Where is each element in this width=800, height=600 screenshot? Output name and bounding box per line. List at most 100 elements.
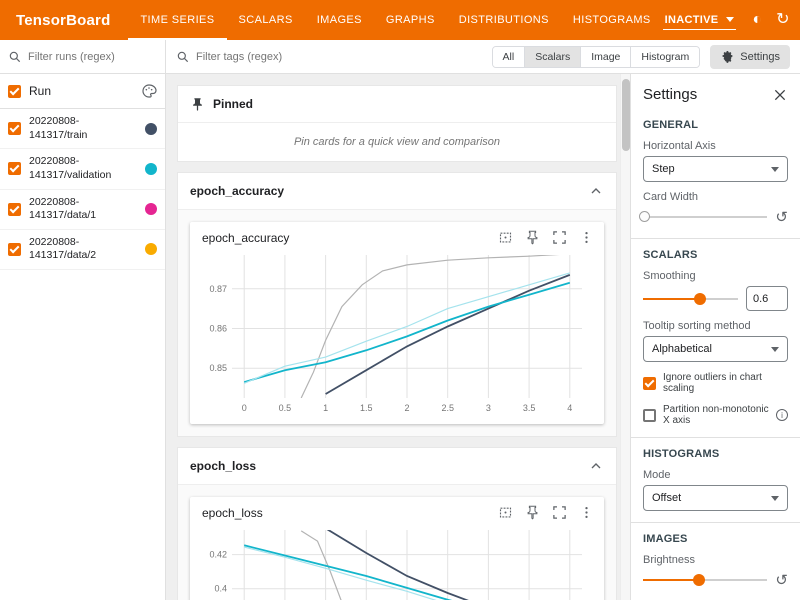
tab-time-series[interactable]: TIME SERIES — [128, 0, 226, 40]
chevron-down-icon — [771, 347, 779, 352]
horizontal-axis-label: Horizontal Axis — [643, 140, 788, 152]
run-color-dot — [145, 163, 157, 175]
fullscreen-icon[interactable] — [552, 230, 567, 245]
run-row[interactable]: 20220808-141317/train — [0, 109, 165, 149]
tooltip-sorting-select[interactable]: Alphabetical — [643, 336, 788, 362]
card-width-label: Card Width — [643, 191, 788, 203]
chevron-down-icon — [771, 167, 779, 172]
histogram-mode-select[interactable]: Offset — [643, 485, 788, 511]
gear-icon — [720, 50, 734, 64]
line-chart-epoch-loss[interactable]: 00.511.522.533.540.420.40.380.36 — [190, 522, 604, 600]
more-options-icon[interactable] — [579, 505, 594, 520]
ignore-outliers-checkbox[interactable] — [643, 377, 656, 390]
chevron-down-icon — [771, 496, 779, 501]
chevron-down-icon — [726, 17, 734, 22]
run-checkbox[interactable] — [8, 243, 21, 256]
nav-tabs: TIME SERIESSCALARSIMAGESGRAPHSDISTRIBUTI… — [128, 0, 662, 40]
svg-text:0.86: 0.86 — [209, 323, 227, 333]
run-row[interactable]: 20220808-141317/data/1 — [0, 190, 165, 230]
svg-text:0.5: 0.5 — [279, 403, 292, 413]
partition-x-axis-option[interactable]: Partition non-monotonic X axis i — [643, 404, 788, 426]
theme-toggle-icon[interactable]: ◐ — [752, 12, 762, 28]
select-all-runs-checkbox[interactable] — [8, 85, 21, 98]
card-title: epoch_accuracy — [202, 231, 289, 245]
tab-graphs[interactable]: GRAPHS — [374, 0, 447, 40]
tag-filter-image[interactable]: Image — [581, 47, 631, 67]
runs-filter-input[interactable] — [28, 51, 157, 63]
section-epoch-loss: epoch_loss epoch_loss — [178, 448, 616, 600]
brightness-label: Brightness — [643, 554, 788, 566]
scrollbar-thumb[interactable] — [622, 79, 630, 151]
svg-text:0.87: 0.87 — [209, 284, 227, 294]
more-options-icon[interactable] — [579, 230, 594, 245]
histogram-mode-value: Offset — [652, 492, 681, 504]
run-color-dot — [145, 243, 157, 255]
scrollbar-track[interactable] — [620, 74, 630, 600]
run-label: 20220808-141317/data/2 — [29, 236, 137, 263]
toggle-size-icon[interactable] — [498, 230, 513, 245]
settings-button-label: Settings — [740, 51, 780, 63]
run-label: 20220808-141317/train — [29, 115, 137, 142]
smoothing-label: Smoothing — [643, 270, 788, 282]
tag-filter-histogram[interactable]: Histogram — [631, 47, 699, 67]
pinned-empty-hint: Pin cards for a quick view and compariso… — [178, 122, 616, 161]
run-label: 20220808-141317/data/1 — [29, 196, 137, 223]
refresh-icon[interactable]: ↻ — [776, 12, 789, 28]
card-width-slider[interactable] — [643, 207, 767, 227]
tab-scalars[interactable]: SCALARS — [227, 0, 305, 40]
fullscreen-icon[interactable] — [552, 505, 567, 520]
tag-filter-scalars[interactable]: Scalars — [525, 47, 581, 67]
run-color-dot — [145, 123, 157, 135]
app-title: TensorBoard — [16, 12, 110, 29]
chevron-up-icon[interactable] — [588, 183, 604, 199]
run-row[interactable]: 20220808-141317/data/2 — [0, 230, 165, 270]
settings-panel: Settings GENERAL Horizontal Axis Step Ca… — [630, 74, 800, 600]
run-checkbox[interactable] — [8, 203, 21, 216]
line-chart-epoch-accuracy[interactable]: 00.511.522.533.540.850.860.87 — [190, 247, 604, 424]
pin-icon[interactable] — [525, 505, 540, 520]
reset-icon[interactable]: ↺ — [775, 573, 788, 588]
settings-heading-images: IMAGES — [643, 533, 788, 545]
run-row[interactable]: 20220808-141317/validation — [0, 149, 165, 189]
tab-distributions[interactable]: DISTRIBUTIONS — [447, 0, 561, 40]
partition-x-axis-checkbox[interactable] — [643, 409, 656, 422]
tag-filter-group: AllScalarsImageHistogram — [492, 46, 701, 68]
reset-icon[interactable]: ↺ — [775, 210, 788, 225]
horizontal-axis-select[interactable]: Step — [643, 156, 788, 182]
runs-header-label: Run — [29, 84, 51, 98]
info-icon[interactable]: i — [776, 409, 788, 421]
tags-filter — [176, 50, 482, 64]
svg-text:2: 2 — [404, 403, 409, 413]
brightness-slider[interactable] — [643, 570, 767, 590]
pinned-title: Pinned — [213, 97, 253, 111]
toggle-size-icon[interactable] — [498, 505, 513, 520]
settings-button[interactable]: Settings — [710, 45, 790, 69]
section-title: epoch_accuracy — [190, 184, 284, 198]
svg-text:4: 4 — [567, 403, 572, 413]
pin-icon[interactable] — [525, 230, 540, 245]
close-icon[interactable] — [772, 87, 788, 103]
settings-heading-general: GENERAL — [643, 119, 788, 131]
svg-text:3.5: 3.5 — [523, 403, 536, 413]
run-checkbox[interactable] — [8, 122, 21, 135]
runs-filter — [0, 40, 165, 74]
svg-text:0.85: 0.85 — [209, 363, 227, 373]
tag-filter-all[interactable]: All — [493, 47, 526, 67]
tags-filter-input[interactable] — [196, 51, 482, 63]
search-icon — [176, 50, 190, 64]
tab-images[interactable]: IMAGES — [305, 0, 374, 40]
smoothing-slider[interactable] — [643, 289, 738, 309]
chevron-up-icon[interactable] — [588, 458, 604, 474]
smoothing-value-input[interactable] — [746, 286, 788, 311]
scalar-card-epoch-loss: epoch_loss 00.511.522.533.540.420.40.380… — [190, 497, 604, 600]
section-epoch-accuracy: epoch_accuracy epoch_accuracy — [178, 173, 616, 436]
run-checkbox[interactable] — [8, 162, 21, 175]
reload-status-dropdown[interactable]: INACTIVE — [663, 11, 737, 30]
tab-histograms[interactable]: HISTOGRAMS — [561, 0, 663, 40]
partition-x-axis-label: Partition non-monotonic X axis — [663, 404, 769, 426]
card-title: epoch_loss — [202, 506, 263, 520]
palette-icon[interactable] — [141, 83, 157, 99]
tooltip-sorting-value: Alphabetical — [652, 343, 712, 355]
svg-text:3: 3 — [486, 403, 491, 413]
ignore-outliers-option[interactable]: Ignore outliers in chart scaling — [643, 372, 788, 394]
